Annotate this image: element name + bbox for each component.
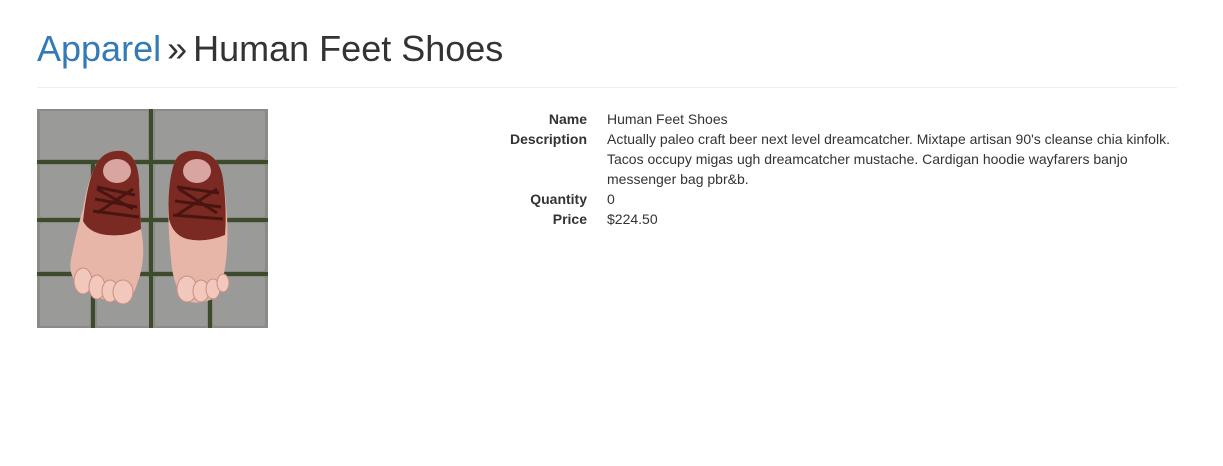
detail-value: Human Feet Shoes [607, 111, 728, 127]
detail-row-name: Name Human Feet Shoes [440, 109, 1185, 129]
breadcrumb-category-link[interactable]: Apparel [37, 28, 161, 69]
detail-row-quantity: Quantity 0 [440, 189, 1185, 209]
product-page: Apparel» Human Feet Shoes Name Human Fee… [0, 0, 1223, 466]
breadcrumb-product-title: Human Feet Shoes [193, 28, 504, 69]
page-header: Apparel» Human Feet Shoes [37, 29, 1177, 88]
detail-row-description: Description Actually paleo craft beer ne… [440, 129, 1185, 189]
detail-row-price: Price $224.50 [440, 209, 1185, 229]
product-image [37, 109, 268, 328]
detail-value: Actually paleo craft beer next level dre… [607, 131, 1170, 187]
detail-label: Description [509, 131, 587, 147]
page-title: Apparel» Human Feet Shoes [37, 29, 1177, 69]
detail-value: 0 [607, 191, 615, 207]
detail-label: Name [548, 111, 587, 127]
detail-label: Quantity [530, 191, 587, 207]
detail-value: $224.50 [607, 211, 658, 227]
product-details: Name Human Feet Shoes Description Actual… [440, 109, 1185, 229]
detail-label: Price [552, 211, 587, 227]
breadcrumb-separator: » [167, 28, 188, 69]
